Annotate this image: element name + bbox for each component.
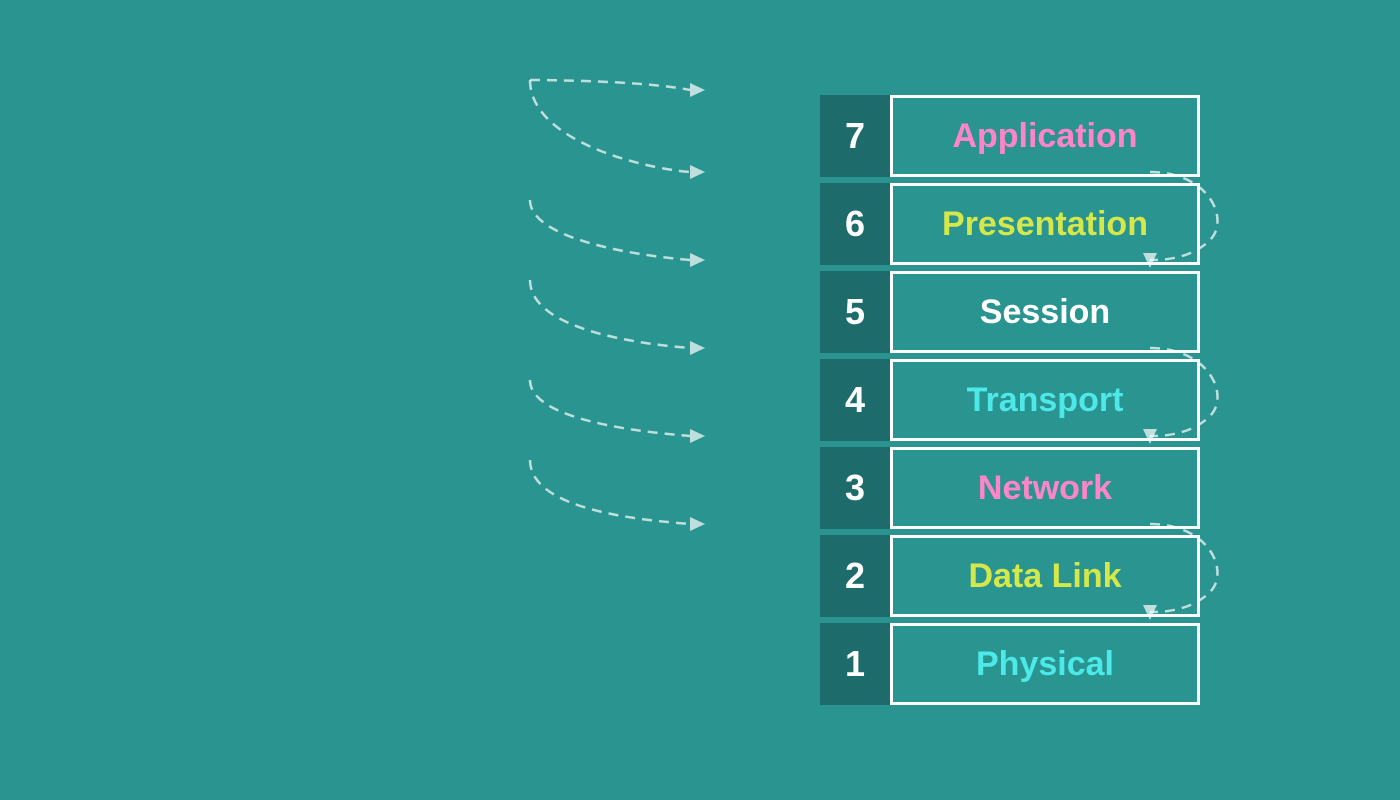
layer-row-6: 6Presentation	[820, 183, 1200, 265]
layer-number-6: 6	[820, 183, 890, 265]
layer-row-4: 4Transport	[820, 359, 1200, 441]
layer-number-7: 7	[820, 95, 890, 177]
layer-number-5: 5	[820, 271, 890, 353]
layer-number-2: 2	[820, 535, 890, 617]
layers-container: 7Application6Presentation5Session4Transp…	[820, 95, 1200, 705]
layer-number-4: 4	[820, 359, 890, 441]
layer-number-1: 1	[820, 623, 890, 705]
layer-row-7: 7Application	[820, 95, 1200, 177]
left-arrows-svg	[490, 0, 710, 800]
layer-row-2: 2Data Link	[820, 535, 1200, 617]
layer-number-3: 3	[820, 447, 890, 529]
layer-row-1: 1Physical	[820, 623, 1200, 705]
right-arrows-svg	[1150, 0, 1350, 800]
layer-row-3: 3Network	[820, 447, 1200, 529]
layer-row-5: 5Session	[820, 271, 1200, 353]
